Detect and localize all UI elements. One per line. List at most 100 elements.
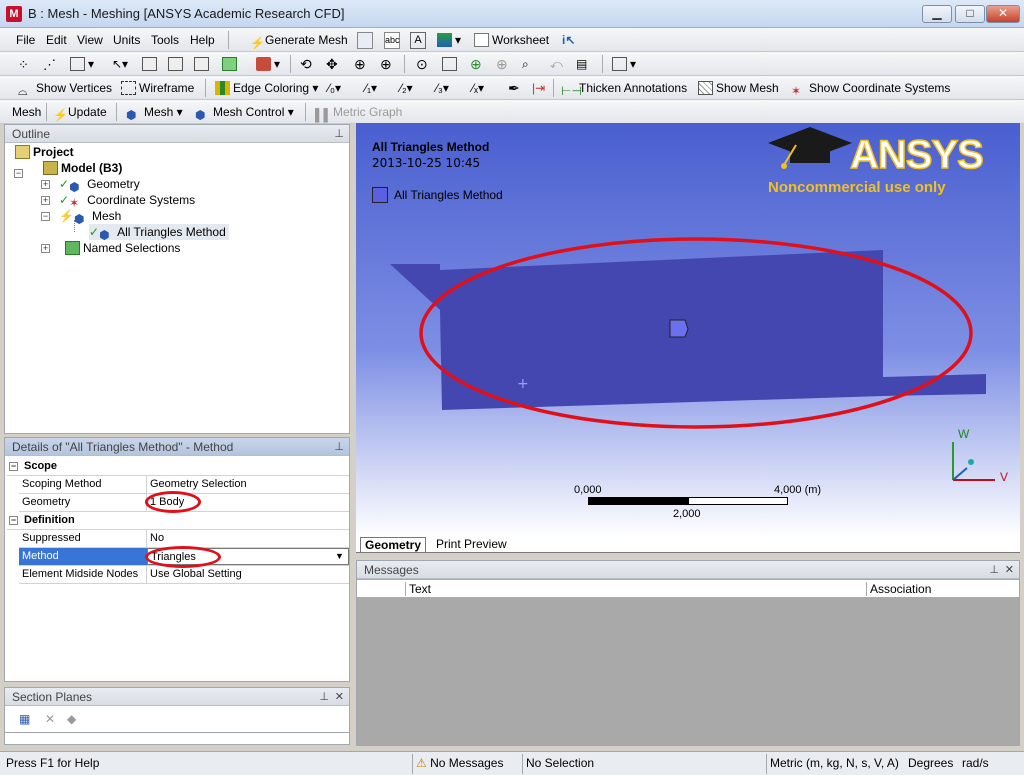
- pin-icon[interactable]: ✒: [508, 80, 520, 97]
- pointer-dropdown-icon[interactable]: ↖▾: [112, 56, 128, 73]
- pan-icon[interactable]: ✥: [326, 56, 338, 73]
- ruler-icon[interactable]: |⇥: [532, 80, 545, 97]
- row-label: Scoping Method: [19, 476, 147, 493]
- menu-edit[interactable]: Edit: [46, 32, 67, 49]
- zoom-green-icon[interactable]: ⊕: [470, 56, 482, 73]
- close-icon[interactable]: ✕: [1005, 561, 1014, 579]
- section-definition[interactable]: − Definition: [7, 512, 349, 530]
- vertex-select-icon[interactable]: ⁘: [18, 56, 29, 73]
- thicken-annotations-button[interactable]: ⊢⊣Thicken Annotations: [561, 80, 687, 98]
- show-coordinate-systems-button[interactable]: ✶ Show Coordinate Systems: [791, 80, 950, 98]
- rotate-icon[interactable]: ⟲: [300, 56, 312, 73]
- annotation-icon[interactable]: A: [410, 32, 426, 49]
- maximize-button[interactable]: □: [955, 5, 985, 23]
- mesh-control-dropdown[interactable]: ⬢ Mesh Control ▾: [195, 104, 294, 122]
- collapse-scope-icon[interactable]: −: [9, 462, 18, 471]
- zoom-box-icon[interactable]: ⊕: [380, 56, 392, 73]
- expand-coordinate-systems-icon[interactable]: +: [41, 196, 50, 205]
- edge-style-3-dropdown[interactable]: ⁄₃▾: [436, 80, 449, 97]
- mesh-icon: ⬢: [73, 212, 85, 226]
- edge-style-1-dropdown[interactable]: ⁄₁▾: [365, 80, 377, 97]
- section-scope[interactable]: − Scope: [7, 458, 349, 476]
- details-title: Details of "All Triangles Method" - Meth…: [12, 440, 234, 454]
- warning-icon: ⚠: [416, 756, 431, 770]
- pin-icon[interactable]: ⊥: [334, 125, 344, 143]
- edge-coloring-dropdown[interactable]: Edge Coloring ▾: [215, 80, 318, 97]
- edge-style-0-dropdown[interactable]: ⁄₀▾: [328, 80, 341, 97]
- scale-left-label: 0,000: [574, 484, 602, 496]
- pin-icon[interactable]: ⊥: [319, 688, 329, 706]
- zoom-fit-icon[interactable]: ⊙: [416, 56, 428, 73]
- show-mesh-button[interactable]: Show Mesh: [698, 80, 779, 97]
- menu-view[interactable]: View: [77, 32, 103, 49]
- menu-units[interactable]: Units: [113, 32, 140, 49]
- chart-icon[interactable]: [357, 32, 373, 49]
- tree-mesh[interactable]: ⚡⬢ Mesh: [59, 208, 122, 226]
- update-button[interactable]: ⚡Update: [53, 104, 107, 122]
- bar-graph-icon: ▌▌: [315, 108, 333, 122]
- menu-help[interactable]: Help: [190, 32, 215, 49]
- tree-all-triangles-method[interactable]: ✓⬢ All Triangles Method: [89, 224, 229, 242]
- tree-coordinate-systems[interactable]: ✓✶ Coordinate Systems: [59, 192, 195, 210]
- status-units[interactable]: Metric (m, kg, N, s, V, A): [770, 756, 899, 770]
- pin-icon[interactable]: ⊥: [989, 561, 999, 579]
- tree-label: Mesh: [91, 209, 122, 223]
- mesh-dropdown[interactable]: ⬢ Mesh ▾: [126, 104, 183, 122]
- spell-icon[interactable]: abc: [384, 32, 400, 49]
- image-dropdown-icon[interactable]: ▾: [437, 32, 465, 49]
- section-planes-list[interactable]: [5, 732, 349, 744]
- column-text[interactable]: Text: [409, 582, 431, 596]
- show-vertices-button[interactable]: ⌓ Show Vertices: [18, 80, 112, 98]
- edge-style-x-dropdown[interactable]: ⁄ₓ▾: [472, 80, 484, 97]
- expand-named-selections-icon[interactable]: +: [41, 244, 50, 253]
- collapse-definition-icon[interactable]: −: [9, 516, 18, 525]
- collapse-mesh-icon[interactable]: −: [41, 212, 50, 221]
- close-button[interactable]: ✕: [986, 5, 1020, 23]
- close-icon[interactable]: ✕: [335, 688, 344, 706]
- tree-named-selections[interactable]: Named Selections: [65, 240, 180, 256]
- select-mode-icon[interactable]: [222, 56, 240, 73]
- tab-print-preview[interactable]: Print Preview: [432, 537, 511, 551]
- new-section-plane-icon[interactable]: ▦: [19, 712, 30, 726]
- zoom-window-icon[interactable]: [442, 56, 460, 73]
- pin-icon[interactable]: ⊥: [334, 438, 344, 456]
- tree-geometry[interactable]: ✓⬢ Geometry: [59, 176, 140, 194]
- check-icon: ✓: [89, 225, 100, 239]
- status-rate-units[interactable]: rad/s: [962, 756, 989, 770]
- menu-file[interactable]: File: [16, 32, 35, 49]
- update-label: Update: [68, 105, 107, 119]
- face-select-dropdown-icon[interactable]: ▾: [70, 56, 94, 73]
- info-cursor-icon[interactable]: i↖: [562, 32, 575, 49]
- minimize-button[interactable]: ▁: [922, 5, 952, 23]
- expand-geometry-icon[interactable]: +: [41, 180, 50, 189]
- details-header: Details of "All Triangles Method" - Meth…: [5, 438, 349, 456]
- menu-tools[interactable]: Tools: [151, 32, 179, 49]
- column-association[interactable]: Association: [870, 582, 931, 596]
- viewport-layout-dropdown-icon[interactable]: ▾: [612, 56, 636, 73]
- wireframe-button[interactable]: Wireframe: [121, 80, 194, 97]
- collapse-model-icon[interactable]: −: [14, 169, 23, 178]
- outline-panel: Outline ⊥ Project − Model (B3) + ✓⬢ Geomet…: [4, 124, 350, 434]
- select-edge-icon[interactable]: [194, 56, 212, 73]
- dropdown-arrow-icon[interactable]: ▼: [332, 548, 347, 565]
- tree-project[interactable]: Project: [15, 144, 74, 160]
- generate-mesh-button[interactable]: ⚡Generate Mesh: [250, 32, 348, 50]
- edge-select-icon[interactable]: ⋰: [43, 56, 56, 73]
- edge-style-2-dropdown[interactable]: ⁄₂▾: [400, 80, 413, 97]
- tab-geometry[interactable]: Geometry: [360, 537, 427, 552]
- worksheet-button[interactable]: Worksheet: [474, 32, 549, 49]
- tree-model[interactable]: Model (B3): [43, 160, 122, 176]
- status-angle-units[interactable]: Degrees: [908, 756, 953, 770]
- row-element-midside-nodes[interactable]: Element Midside Nodes Use Global Setting: [19, 566, 349, 584]
- extend-dropdown-icon[interactable]: ▾: [256, 56, 280, 73]
- select-face-icon[interactable]: [168, 56, 186, 73]
- graphics-viewport[interactable]: All Triangles Method 2013-10-25 10:45 Al…: [356, 123, 1020, 537]
- magnifier-icon[interactable]: ⌕: [522, 56, 529, 73]
- print-icon[interactable]: ▤: [576, 56, 587, 73]
- scale-right-label: 4,000 (m): [774, 484, 822, 496]
- select-body-icon[interactable]: [142, 56, 160, 73]
- zoom-icon[interactable]: ⊕: [354, 56, 366, 73]
- mesh-toolbar: Mesh ⚡Update ⬢ Mesh ▾ ⬢ Mesh Control ▾ ▌▌M…: [0, 100, 1024, 124]
- status-messages[interactable]: ⚠ No Messages: [416, 756, 503, 770]
- axis-w-label: W: [958, 427, 970, 441]
